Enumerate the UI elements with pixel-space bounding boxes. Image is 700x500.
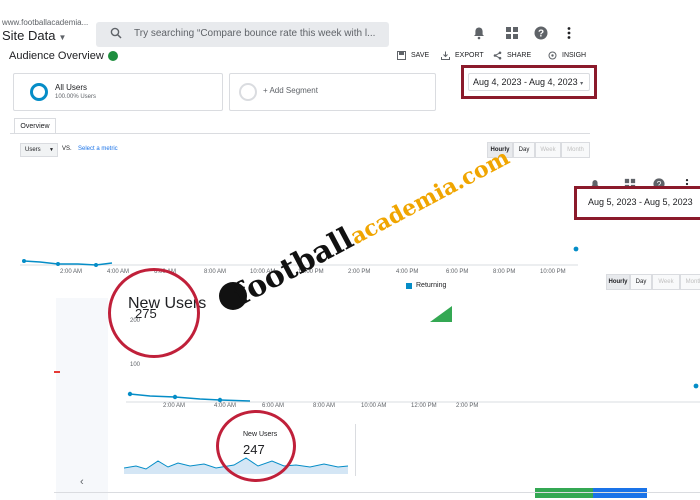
tab-divider bbox=[10, 133, 590, 134]
insights-button[interactable]: INSIGH bbox=[562, 52, 586, 59]
select-metric-link[interactable]: Select a metric bbox=[78, 146, 118, 152]
save-icon bbox=[397, 51, 406, 60]
x-tick-2: 4:00 AM bbox=[214, 403, 237, 409]
users-series-line bbox=[23, 260, 113, 266]
more-vert-icon[interactable] bbox=[562, 26, 576, 40]
export-button[interactable]: EXPORT bbox=[455, 52, 484, 59]
property-name: Site Data bbox=[2, 28, 56, 43]
share-icon bbox=[493, 51, 502, 60]
users-line-chart-2 bbox=[126, 383, 700, 403]
x-tick: 8:00 AM bbox=[204, 269, 227, 275]
search-input[interactable]: Try searching “Compare bounce rate this … bbox=[96, 22, 389, 47]
green-button[interactable] bbox=[535, 488, 593, 498]
date-range-highlight-1: Aug 4, 2023 - Aug 4, 2023 ▾ bbox=[461, 65, 597, 99]
caret-down-icon: ▼ bbox=[58, 33, 67, 42]
tab-overview[interactable]: Overview bbox=[14, 118, 56, 134]
x-tick: 2:00 AM bbox=[60, 269, 83, 275]
search-placeholder: Try searching “Compare bounce rate this … bbox=[134, 28, 376, 39]
bell-icon[interactable] bbox=[472, 26, 486, 40]
x-tick-2: 2:00 PM bbox=[456, 403, 479, 409]
month-button[interactable]: Month bbox=[561, 142, 590, 158]
data-point bbox=[127, 391, 133, 397]
segment-label: All Users bbox=[55, 83, 88, 92]
data-point bbox=[217, 397, 223, 403]
svg-text:?: ? bbox=[538, 29, 544, 40]
date-range-highlight-2: Aug 5, 2023 - Aug 5, 2023 bbox=[574, 186, 700, 220]
add-segment-card[interactable]: + Add Segment bbox=[229, 73, 436, 111]
x-tick: 2:00 PM bbox=[348, 269, 371, 275]
empty-segment-marker bbox=[239, 83, 257, 101]
alert-marker bbox=[54, 371, 60, 373]
day-button[interactable]: Day bbox=[513, 142, 535, 158]
data-point bbox=[172, 394, 178, 400]
site-url: www.footballacademia... bbox=[2, 18, 89, 27]
green-corner-mark bbox=[430, 306, 452, 322]
date-range-picker[interactable]: Aug 4, 2023 - Aug 4, 2023 ▾ bbox=[468, 73, 590, 91]
x-tick-2: 6:00 AM bbox=[262, 403, 285, 409]
data-point bbox=[56, 262, 60, 266]
day-button-2[interactable]: Day bbox=[630, 274, 652, 290]
x-tick-2: 12:00 PM bbox=[411, 403, 437, 409]
blue-button[interactable] bbox=[593, 488, 647, 498]
date-range-value: Aug 4, 2023 - Aug 4, 2023 bbox=[473, 77, 578, 87]
week-button[interactable]: Week bbox=[535, 142, 561, 158]
data-point bbox=[573, 246, 579, 252]
x-tick-2: 8:00 AM bbox=[313, 403, 336, 409]
date-range-value: Aug 5, 2023 - Aug 5, 2023 bbox=[588, 197, 693, 207]
x-tick: 4:00 PM bbox=[396, 269, 419, 275]
returning-legend-swatch bbox=[406, 283, 412, 289]
segment-percentage: 100.00% Users bbox=[55, 94, 97, 100]
month-button-2[interactable]: Month bbox=[680, 274, 700, 290]
page-title: Audience Overview bbox=[9, 50, 104, 62]
users-series-line bbox=[129, 393, 251, 402]
data-point bbox=[94, 263, 98, 267]
data-point bbox=[693, 383, 699, 389]
chevron-left-icon[interactable]: ‹ bbox=[80, 476, 84, 488]
y-tick: 100 bbox=[130, 362, 141, 368]
highlight-circle-1 bbox=[108, 268, 200, 358]
search-icon bbox=[110, 27, 122, 39]
save-button[interactable]: SAVE bbox=[411, 52, 429, 59]
verified-check-icon bbox=[108, 51, 118, 61]
x-tick-2: 10:00 AM bbox=[361, 403, 387, 409]
apps-grid-icon[interactable] bbox=[505, 26, 519, 40]
x-tick: 6:00 PM bbox=[446, 269, 469, 275]
metric-selector-value: Users bbox=[25, 147, 41, 153]
caret-down-icon: ▾ bbox=[580, 81, 584, 87]
property-selector[interactable]: Site Data ▼ bbox=[2, 28, 66, 43]
date-range-picker-2[interactable]: Aug 5, 2023 - Aug 5, 2023 bbox=[581, 194, 700, 212]
week-button-2[interactable]: Week bbox=[652, 274, 680, 290]
highlight-circle-2 bbox=[216, 410, 296, 482]
segment-all-users[interactable]: All Users 100.00% Users bbox=[13, 73, 223, 111]
metric-selector[interactable]: Users ▼ bbox=[20, 143, 58, 157]
x-tick: 4:00 AM bbox=[107, 269, 130, 275]
y-tick: 200 bbox=[130, 318, 141, 324]
sidebar-strip: ‹ bbox=[0, 298, 110, 500]
returning-legend-label: Returning bbox=[416, 282, 447, 289]
bottom-divider bbox=[54, 492, 700, 493]
help-icon[interactable]: ? bbox=[534, 26, 548, 40]
export-icon bbox=[441, 51, 450, 60]
hourly-button-2[interactable]: Hourly bbox=[606, 274, 630, 290]
data-point bbox=[22, 259, 26, 263]
sidebar-panel bbox=[56, 298, 108, 500]
x-tick: 8:00 PM bbox=[493, 269, 516, 275]
add-segment-link[interactable]: + Add Segment bbox=[263, 86, 318, 95]
segment-color-marker bbox=[30, 83, 48, 101]
insights-icon bbox=[548, 51, 557, 60]
x-tick: 10:00 PM bbox=[540, 269, 566, 275]
vs-label: VS. bbox=[62, 146, 72, 152]
chevron-down-icon: ▼ bbox=[49, 147, 54, 153]
share-button[interactable]: SHARE bbox=[507, 52, 531, 59]
x-tick-2: 2:00 AM bbox=[163, 403, 186, 409]
